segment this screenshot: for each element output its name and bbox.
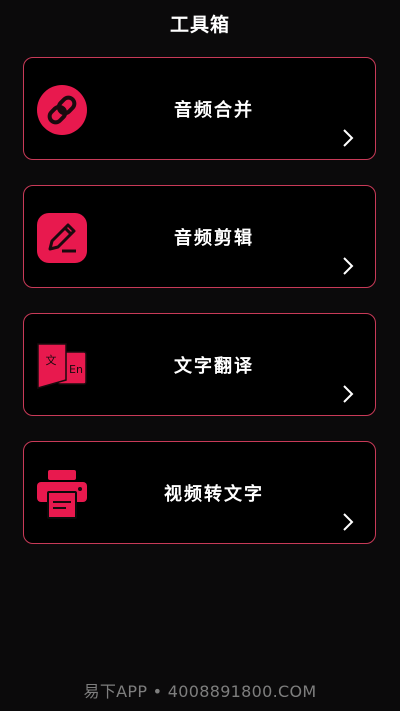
chevron-right-icon — [341, 128, 355, 148]
chevron-right-icon — [341, 384, 355, 404]
edit-icon — [36, 212, 88, 264]
page-title: 工具箱 — [169, 14, 230, 36]
tool-label: 文字翻译 — [174, 356, 254, 377]
link-icon — [36, 84, 88, 136]
tool-card-text-translate[interactable]: 文 En 文字翻译 — [23, 313, 376, 416]
translate-icon-text-a: 文 — [46, 353, 57, 367]
translate-icon-text-b: En — [69, 363, 83, 376]
tool-card-video-to-text[interactable]: 视频转文字 — [23, 441, 376, 544]
tool-label: 视频转文字 — [164, 484, 264, 505]
watermark-text: 易下APP • 4008891800.COM — [83, 682, 317, 701]
chevron-right-icon — [341, 512, 355, 532]
tool-label: 音频剪辑 — [174, 228, 254, 249]
tool-label: 音频合并 — [174, 100, 254, 121]
chevron-right-icon — [341, 256, 355, 276]
printer-icon — [36, 468, 88, 520]
tool-card-audio-merge[interactable]: 音频合并 — [23, 57, 376, 160]
tool-card-audio-edit[interactable]: 音频剪辑 — [23, 185, 376, 288]
translate-icon: 文 En — [36, 340, 88, 392]
